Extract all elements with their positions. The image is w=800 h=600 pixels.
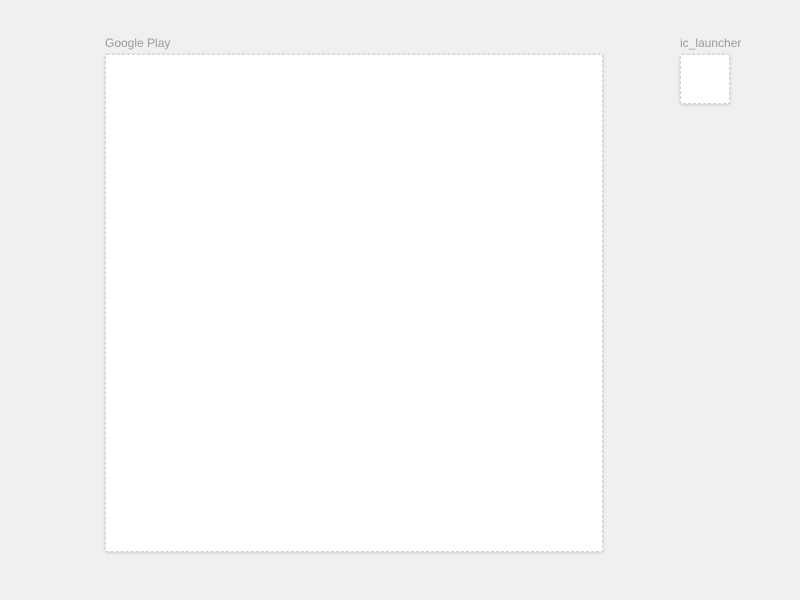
asset-placeholder-ic-launcher[interactable] bbox=[680, 54, 730, 104]
asset-label-google-play: Google Play bbox=[105, 36, 603, 50]
asset-placeholder-google-play[interactable] bbox=[105, 54, 603, 552]
asset-google-play: Google Play bbox=[105, 36, 603, 552]
asset-ic-launcher: ic_launcher bbox=[680, 36, 741, 104]
asset-label-ic-launcher: ic_launcher bbox=[680, 36, 741, 50]
